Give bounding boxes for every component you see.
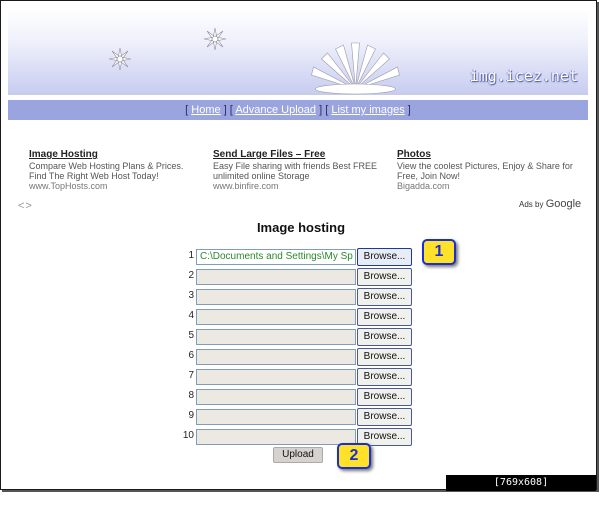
large-flower-icon (311, 42, 400, 95)
row-number: 2 (188, 270, 194, 281)
ad-text: View the coolest Pictures, Enjoy & Share… (397, 161, 573, 181)
file-input[interactable] (196, 269, 356, 285)
callout-badge-2: 2 (337, 443, 371, 469)
browse-button[interactable]: Browse... (357, 368, 412, 386)
browse-button[interactable]: Browse... (357, 248, 412, 266)
ad-item[interactable]: Send Large Files – Free Easy File sharin… (213, 149, 388, 191)
google-brand: Google (545, 198, 582, 210)
row-number: 10 (182, 430, 194, 441)
site-logo[interactable]: img.icez.net (470, 67, 578, 85)
site-banner: img.icez.net (8, 9, 588, 95)
row-number: 1 (188, 250, 194, 261)
browse-button[interactable]: Browse... (357, 328, 412, 346)
ad-text: Compare Web Hosting Plans & Prices. Find… (29, 161, 184, 181)
file-input[interactable] (196, 389, 356, 405)
browse-button[interactable]: Browse... (357, 348, 412, 366)
ad-title[interactable]: Image Hosting (29, 149, 199, 160)
ad-item[interactable]: Image Hosting Compare Web Hosting Plans … (29, 149, 199, 191)
browse-button[interactable]: Browse... (357, 308, 412, 326)
ad-title[interactable]: Photos (397, 149, 577, 160)
row-number: 9 (188, 410, 194, 421)
ad-text: Easy File sharing with friends Best FREE… (213, 161, 378, 181)
browse-button[interactable]: Browse... (357, 288, 412, 306)
nav-bracket: [ (185, 104, 189, 116)
ad-url[interactable]: Bigadda.com (397, 181, 577, 191)
small-flower-icon (108, 47, 132, 71)
file-input[interactable] (196, 289, 356, 305)
page-title: Image hosting (256, 220, 346, 235)
ad-title[interactable]: Send Large Files – Free (213, 149, 388, 160)
nav-bracket: ] [ (319, 104, 329, 116)
file-input[interactable] (196, 349, 356, 365)
browse-button[interactable]: Browse... (357, 268, 412, 286)
ads-nav-arrows[interactable]: <> (18, 200, 33, 212)
row-number: 5 (188, 330, 194, 341)
browse-button[interactable]: Browse... (357, 408, 412, 426)
nav-bracket: ] (407, 104, 411, 116)
browse-button[interactable]: Browse... (357, 388, 412, 406)
ad-url[interactable]: www.TopHosts.com (29, 181, 199, 191)
nav-link-advance-upload[interactable]: Advance Upload (235, 104, 316, 116)
file-input[interactable] (196, 409, 356, 425)
file-input[interactable] (196, 329, 356, 345)
browser-frame: img.icez.net [ Home ] [ Advance Upload ]… (0, 0, 597, 490)
nav-bracket: ] [ (223, 104, 233, 116)
nav-link-home[interactable]: Home (191, 104, 220, 116)
nav-bar: [ Home ] [ Advance Upload ] [ List my im… (8, 100, 588, 120)
file-input[interactable] (196, 309, 356, 325)
file-input[interactable] (196, 429, 356, 445)
ad-url[interactable]: www.binfire.com (213, 181, 388, 191)
upload-button[interactable]: Upload (273, 447, 323, 463)
ads-by-google[interactable]: Ads by Google (519, 198, 581, 210)
watermark-label: [769x608] https://upic.me/ (446, 475, 596, 504)
ad-item[interactable]: Photos View the coolest Pictures, Enjoy … (397, 149, 577, 191)
row-number: 8 (188, 390, 194, 401)
row-number: 3 (188, 290, 194, 301)
small-flower-icon (203, 27, 227, 51)
file-input[interactable]: C:\Documents and Settings\My Sp (196, 249, 356, 265)
nav-link-list-my-images[interactable]: List my images (331, 104, 404, 116)
file-input[interactable] (196, 369, 356, 385)
callout-badge-1: 1 (422, 239, 456, 265)
row-number: 6 (188, 350, 194, 361)
ads-by-label: Ads by (519, 200, 544, 209)
row-number: 7 (188, 370, 194, 381)
row-number: 4 (188, 310, 194, 321)
